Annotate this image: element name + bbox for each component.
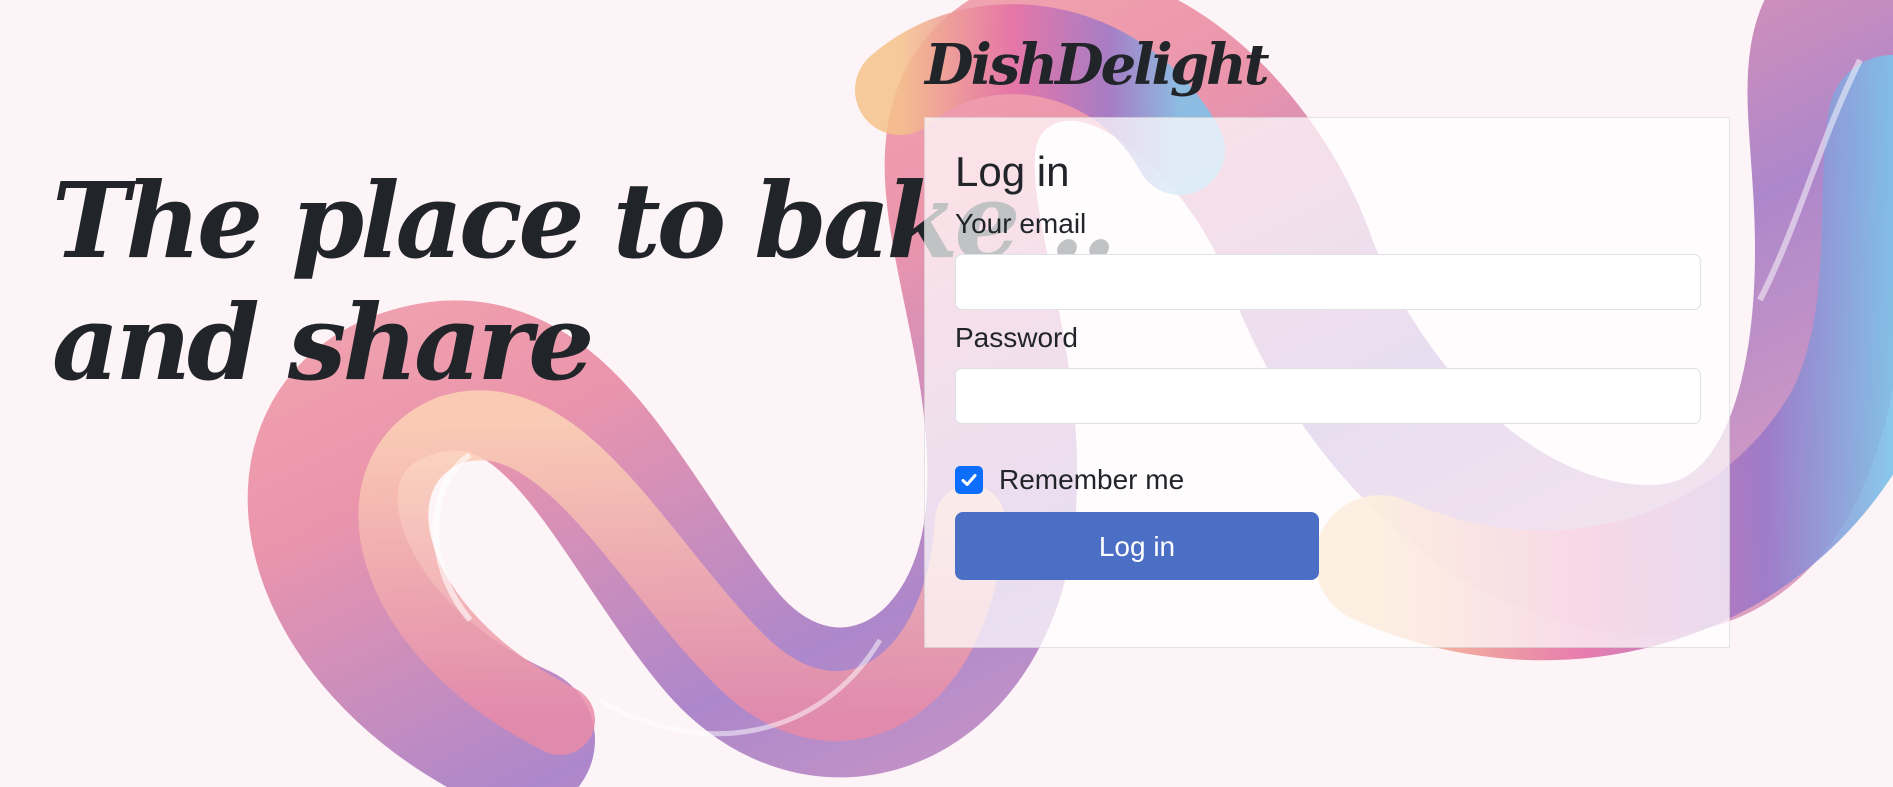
remember-me-label[interactable]: Remember me [999, 464, 1184, 496]
login-card: Log in Your email Password Remember me L… [924, 117, 1730, 648]
remember-me-checkbox[interactable] [955, 466, 983, 494]
login-button[interactable]: Log in [955, 512, 1319, 580]
email-label: Your email [955, 208, 1087, 239]
login-title: Log in [955, 148, 1070, 195]
password-label: Password [955, 322, 1078, 353]
checkmark-icon [961, 474, 977, 486]
page: The place to bake .. and share DishDelig… [0, 0, 1893, 787]
email-field[interactable] [955, 254, 1701, 310]
remember-me-row: Remember me [955, 462, 1699, 498]
password-field[interactable] [955, 368, 1701, 424]
brand-logo[interactable]: DishDelight [925, 32, 1270, 98]
